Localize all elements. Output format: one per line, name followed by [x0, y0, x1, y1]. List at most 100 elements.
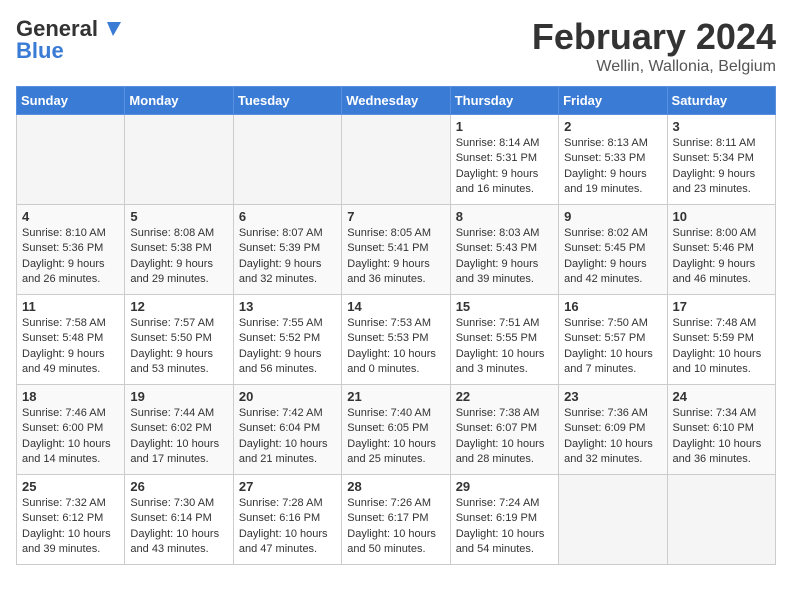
- week-row-4: 18 Sunrise: 7:46 AM Sunset: 6:00 PM Dayli…: [17, 385, 776, 475]
- location-title: Wellin, Wallonia, Belgium: [532, 58, 776, 76]
- day-number: 11: [22, 299, 119, 314]
- day-info: Sunrise: 8:05 AM Sunset: 5:41 PM Dayligh…: [347, 226, 444, 288]
- day-number: 8: [456, 209, 553, 224]
- calendar-cell: 19Sunrise: 7:44 AM Sunset: 6:02 PM Dayli…: [125, 385, 233, 475]
- day-number: 6: [239, 209, 336, 224]
- month-title: February 2024: [532, 16, 776, 58]
- week-row-1: 1 Sunrise: 8:14 AM Sunset: 5:31 PM Daylig…: [17, 115, 776, 205]
- week-row-5: 25 Sunrise: 7:32 AM Sunset: 6:12 PM Dayli…: [17, 475, 776, 565]
- week-row-3: 11 Sunrise: 7:58 AM Sunset: 5:48 PM Dayli…: [17, 295, 776, 385]
- logo-icon: [99, 20, 121, 38]
- day-number: 26: [130, 479, 227, 494]
- calendar-cell: 25 Sunrise: 7:32 AM Sunset: 6:12 PM Dayli…: [17, 475, 125, 565]
- day-info: Sunrise: 7:40 AM Sunset: 6:05 PM Dayligh…: [347, 406, 444, 468]
- day-number: 12: [130, 299, 227, 314]
- day-info: Sunrise: 8:02 AM Sunset: 5:45 PM Dayligh…: [564, 226, 661, 288]
- dow-header-sunday: Sunday: [17, 87, 125, 115]
- calendar-cell: [559, 475, 667, 565]
- dow-header-monday: Monday: [125, 87, 233, 115]
- day-number: 18: [22, 389, 119, 404]
- dow-header-tuesday: Tuesday: [233, 87, 341, 115]
- calendar-cell: 20Sunrise: 7:42 AM Sunset: 6:04 PM Dayli…: [233, 385, 341, 475]
- calendar-cell: 1 Sunrise: 8:14 AM Sunset: 5:31 PM Daylig…: [450, 115, 558, 205]
- day-info: Sunrise: 8:11 AM Sunset: 5:34 PM Dayligh…: [673, 136, 770, 198]
- calendar-cell: 18 Sunrise: 7:46 AM Sunset: 6:00 PM Dayli…: [17, 385, 125, 475]
- day-number: 14: [347, 299, 444, 314]
- day-number: 27: [239, 479, 336, 494]
- calendar-cell: 3 Sunrise: 8:11 AM Sunset: 5:34 PM Daylig…: [667, 115, 775, 205]
- day-number: 3: [673, 119, 770, 134]
- day-info: Sunrise: 8:13 AM Sunset: 5:33 PM Dayligh…: [564, 136, 661, 198]
- calendar-cell: 27 Sunrise: 7:28 AM Sunset: 6:16 PM Dayli…: [233, 475, 341, 565]
- day-info: Sunrise: 7:36 AM Sunset: 6:09 PM Dayligh…: [564, 406, 661, 468]
- calendar-cell: 24 Sunrise: 7:34 AM Sunset: 6:10 PM Dayli…: [667, 385, 775, 475]
- dow-header-friday: Friday: [559, 87, 667, 115]
- calendar-cell: 22Sunrise: 7:38 AM Sunset: 6:07 PM Dayli…: [450, 385, 558, 475]
- day-number: 5: [130, 209, 227, 224]
- calendar-cell: 5 Sunrise: 8:08 AM Sunset: 5:38 PM Daylig…: [125, 205, 233, 295]
- calendar-table: SundayMondayTuesdayWednesdayThursdayFrid…: [16, 86, 776, 565]
- calendar-cell: 7Sunrise: 8:05 AM Sunset: 5:41 PM Daylig…: [342, 205, 450, 295]
- day-number: 1: [456, 119, 553, 134]
- day-number: 2: [564, 119, 661, 134]
- day-info: Sunrise: 8:14 AM Sunset: 5:31 PM Dayligh…: [456, 136, 553, 198]
- calendar-cell: 14 Sunrise: 7:53 AM Sunset: 5:53 PM Dayli…: [342, 295, 450, 385]
- day-number: 28: [347, 479, 444, 494]
- day-info: Sunrise: 8:08 AM Sunset: 5:38 PM Dayligh…: [130, 226, 227, 288]
- day-number: 24: [673, 389, 770, 404]
- day-info: Sunrise: 8:07 AM Sunset: 5:39 PM Dayligh…: [239, 226, 336, 288]
- day-info: Sunrise: 7:46 AM Sunset: 6:00 PM Dayligh…: [22, 406, 119, 468]
- calendar-cell: 15Sunrise: 7:51 AM Sunset: 5:55 PM Dayli…: [450, 295, 558, 385]
- days-of-week-row: SundayMondayTuesdayWednesdayThursdayFrid…: [17, 87, 776, 115]
- logo: General Blue: [16, 16, 122, 64]
- calendar-cell: 12 Sunrise: 7:57 AM Sunset: 5:50 PM Dayli…: [125, 295, 233, 385]
- day-number: 29: [456, 479, 553, 494]
- week-row-2: 4Sunrise: 8:10 AM Sunset: 5:36 PM Daylig…: [17, 205, 776, 295]
- calendar-cell: [17, 115, 125, 205]
- calendar-cell: [342, 115, 450, 205]
- day-info: Sunrise: 8:00 AM Sunset: 5:46 PM Dayligh…: [673, 226, 770, 288]
- calendar-cell: 8Sunrise: 8:03 AM Sunset: 5:43 PM Daylig…: [450, 205, 558, 295]
- calendar-cell: [125, 115, 233, 205]
- calendar-cell: 11 Sunrise: 7:58 AM Sunset: 5:48 PM Dayli…: [17, 295, 125, 385]
- day-info: Sunrise: 7:58 AM Sunset: 5:48 PM Dayligh…: [22, 316, 119, 378]
- day-number: 16: [564, 299, 661, 314]
- calendar-cell: 16 Sunrise: 7:50 AM Sunset: 5:57 PM Dayli…: [559, 295, 667, 385]
- calendar-cell: 28 Sunrise: 7:26 AM Sunset: 6:17 PM Dayli…: [342, 475, 450, 565]
- day-number: 9: [564, 209, 661, 224]
- day-info: Sunrise: 7:28 AM Sunset: 6:16 PM Dayligh…: [239, 496, 336, 558]
- day-info: Sunrise: 7:32 AM Sunset: 6:12 PM Dayligh…: [22, 496, 119, 558]
- day-info: Sunrise: 7:44 AM Sunset: 6:02 PM Dayligh…: [130, 406, 227, 468]
- calendar-cell: 23 Sunrise: 7:36 AM Sunset: 6:09 PM Dayli…: [559, 385, 667, 475]
- calendar-cell: 9 Sunrise: 8:02 AM Sunset: 5:45 PM Daylig…: [559, 205, 667, 295]
- calendar-cell: 21Sunrise: 7:40 AM Sunset: 6:05 PM Dayli…: [342, 385, 450, 475]
- day-info: Sunrise: 7:34 AM Sunset: 6:10 PM Dayligh…: [673, 406, 770, 468]
- day-number: 23: [564, 389, 661, 404]
- calendar-cell: 10 Sunrise: 8:00 AM Sunset: 5:46 PM Dayli…: [667, 205, 775, 295]
- logo-blue: Blue: [16, 38, 64, 64]
- dow-header-saturday: Saturday: [667, 87, 775, 115]
- day-info: Sunrise: 7:48 AM Sunset: 5:59 PM Dayligh…: [673, 316, 770, 378]
- calendar-cell: 29 Sunrise: 7:24 AM Sunset: 6:19 PM Dayli…: [450, 475, 558, 565]
- day-number: 10: [673, 209, 770, 224]
- day-number: 15: [456, 299, 553, 314]
- day-number: 25: [22, 479, 119, 494]
- dow-header-thursday: Thursday: [450, 87, 558, 115]
- day-info: Sunrise: 7:57 AM Sunset: 5:50 PM Dayligh…: [130, 316, 227, 378]
- day-info: Sunrise: 7:24 AM Sunset: 6:19 PM Dayligh…: [456, 496, 553, 558]
- calendar-cell: 6 Sunrise: 8:07 AM Sunset: 5:39 PM Daylig…: [233, 205, 341, 295]
- calendar-cell: 13Sunrise: 7:55 AM Sunset: 5:52 PM Dayli…: [233, 295, 341, 385]
- day-number: 22: [456, 389, 553, 404]
- calendar-cell: [233, 115, 341, 205]
- calendar-cell: 4Sunrise: 8:10 AM Sunset: 5:36 PM Daylig…: [17, 205, 125, 295]
- title-area: February 2024 Wellin, Wallonia, Belgium: [532, 16, 776, 76]
- day-info: Sunrise: 7:50 AM Sunset: 5:57 PM Dayligh…: [564, 316, 661, 378]
- day-info: Sunrise: 7:53 AM Sunset: 5:53 PM Dayligh…: [347, 316, 444, 378]
- day-number: 13: [239, 299, 336, 314]
- day-info: Sunrise: 7:42 AM Sunset: 6:04 PM Dayligh…: [239, 406, 336, 468]
- calendar-cell: 2 Sunrise: 8:13 AM Sunset: 5:33 PM Daylig…: [559, 115, 667, 205]
- header: General Blue February 2024 Wellin, Wallo…: [16, 16, 776, 76]
- day-number: 17: [673, 299, 770, 314]
- day-info: Sunrise: 7:26 AM Sunset: 6:17 PM Dayligh…: [347, 496, 444, 558]
- calendar-cell: 17 Sunrise: 7:48 AM Sunset: 5:59 PM Dayli…: [667, 295, 775, 385]
